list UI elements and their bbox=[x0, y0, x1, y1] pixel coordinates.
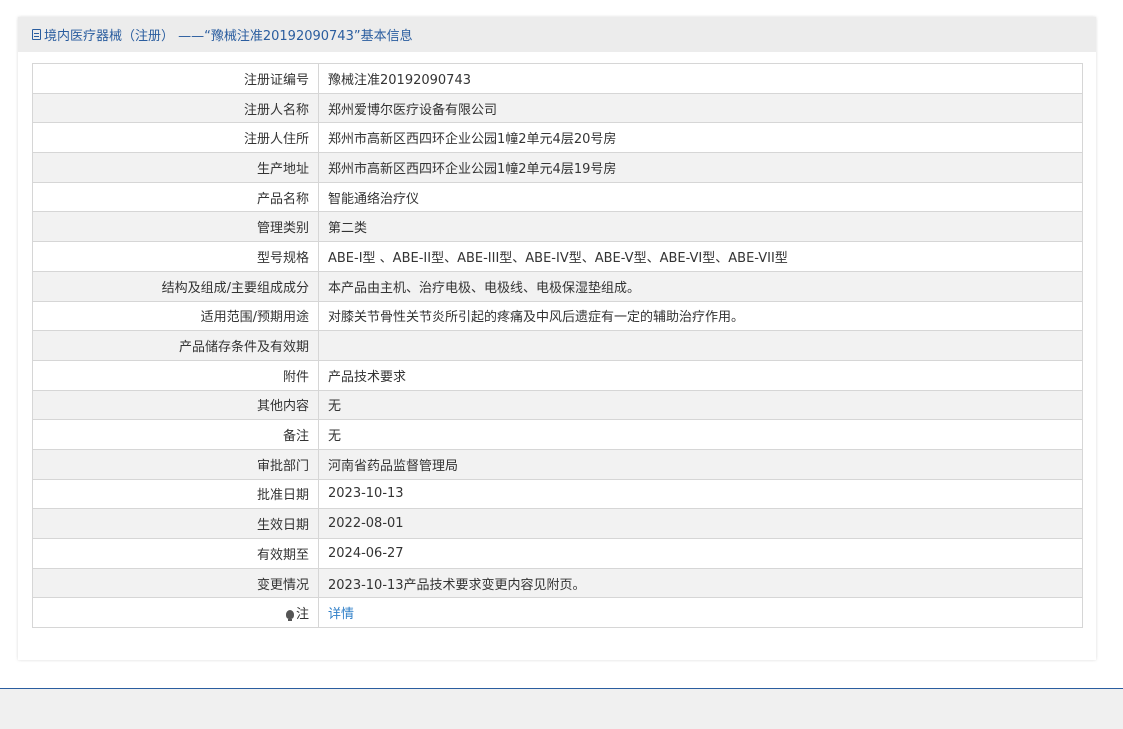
info-table: 注册证编号 豫械注准20192090743 注册人名称 郑州爱博尔医疗设备有限公… bbox=[32, 63, 1083, 629]
table-row: 注册人住所 郑州市高新区西四环企业公园1幢2单元4层20号房 bbox=[32, 122, 1083, 154]
table-row: 批准日期 2023-10-13 bbox=[32, 478, 1083, 510]
row-value: 2024-06-27 bbox=[318, 538, 1083, 569]
row-value: 2023-10-13 bbox=[318, 478, 1083, 510]
table-row: 生产地址 郑州市高新区西四环企业公园1幢2单元4层19号房 bbox=[32, 152, 1083, 183]
note-row: 注 详情 bbox=[32, 597, 1083, 629]
row-label: 生产地址 bbox=[32, 152, 319, 183]
row-value: 对膝关节骨性关节炎所引起的疼痛及中风后遗症有一定的辅助治疗作用。 bbox=[318, 300, 1083, 332]
row-label: 批准日期 bbox=[32, 478, 319, 510]
table-row: 其他内容 无 bbox=[32, 389, 1083, 421]
footer-strip bbox=[0, 688, 1123, 729]
table-row: 管理类别 第二类 bbox=[32, 211, 1083, 243]
row-value: 无 bbox=[318, 389, 1083, 421]
row-value: 2022-08-01 bbox=[318, 508, 1083, 539]
note-label-cell: 注 bbox=[32, 597, 319, 629]
row-value: 郑州市高新区西四环企业公园1幢2单元4层19号房 bbox=[318, 152, 1083, 183]
note-value-cell: 详情 bbox=[318, 597, 1083, 629]
row-value: 第二类 bbox=[318, 211, 1083, 243]
row-label: 产品储存条件及有效期 bbox=[32, 330, 319, 361]
table-row: 审批部门 河南省药品监督管理局 bbox=[32, 448, 1083, 480]
row-label: 有效期至 bbox=[32, 538, 319, 569]
row-label: 附件 bbox=[32, 359, 319, 391]
row-label: 注册人住所 bbox=[32, 122, 319, 154]
row-value: 豫械注准20192090743 bbox=[318, 63, 1083, 94]
row-value: 本产品由主机、治疗电极、电极线、电极保湿垫组成。 bbox=[318, 270, 1083, 302]
table-row: 适用范围/预期用途 对膝关节骨性关节炎所引起的疼痛及中风后遗症有一定的辅助治疗作… bbox=[32, 300, 1083, 332]
table-row: 备注 无 bbox=[32, 419, 1083, 450]
document-icon bbox=[32, 29, 41, 40]
row-label: 注册人名称 bbox=[32, 92, 319, 124]
panel-header: 境内医疗器械（注册） ——“豫械注准20192090743”基本信息 bbox=[18, 17, 1096, 52]
row-value: 2023-10-13产品技术要求变更内容见附页。 bbox=[318, 567, 1083, 599]
table-row: 型号规格 ABE-I型 、ABE-II型、ABE-III型、ABE-IV型、AB… bbox=[32, 241, 1083, 272]
row-label: 变更情况 bbox=[32, 567, 319, 599]
info-panel: 境内医疗器械（注册） ——“豫械注准20192090743”基本信息 注册证编号… bbox=[18, 17, 1096, 660]
table-row: 产品储存条件及有效期 bbox=[32, 330, 1083, 361]
row-value: 智能通络治疗仪 bbox=[318, 181, 1083, 213]
table-row: 注册证编号 豫械注准20192090743 bbox=[32, 63, 1083, 94]
panel-title: 境内医疗器械（注册） ——“豫械注准20192090743”基本信息 bbox=[44, 29, 413, 44]
row-value: 河南省药品监督管理局 bbox=[318, 448, 1083, 480]
row-label: 适用范围/预期用途 bbox=[32, 300, 319, 332]
table-row: 有效期至 2024-06-27 bbox=[32, 538, 1083, 569]
row-label: 型号规格 bbox=[32, 241, 319, 272]
table-row: 产品名称 智能通络治疗仪 bbox=[32, 181, 1083, 213]
row-label: 审批部门 bbox=[32, 448, 319, 480]
row-label: 其他内容 bbox=[32, 389, 319, 421]
row-value: 郑州爱博尔医疗设备有限公司 bbox=[318, 92, 1083, 124]
note-label: 注 bbox=[295, 607, 309, 623]
table-row: 变更情况 2023-10-13产品技术要求变更内容见附页。 bbox=[32, 567, 1083, 599]
details-link[interactable]: 详情 bbox=[328, 607, 354, 622]
row-label: 结构及组成/主要组成成分 bbox=[32, 270, 319, 302]
table-row: 结构及组成/主要组成成分 本产品由主机、治疗电极、电极线、电极保湿垫组成。 bbox=[32, 270, 1083, 302]
row-value: 无 bbox=[318, 419, 1083, 450]
lightbulb-icon bbox=[285, 610, 294, 622]
row-label: 备注 bbox=[32, 419, 319, 450]
row-label: 生效日期 bbox=[32, 508, 319, 539]
table-row: 注册人名称 郑州爱博尔医疗设备有限公司 bbox=[32, 92, 1083, 124]
row-label: 产品名称 bbox=[32, 181, 319, 213]
row-label: 管理类别 bbox=[32, 211, 319, 243]
table-row: 附件 产品技术要求 bbox=[32, 359, 1083, 391]
row-value: 产品技术要求 bbox=[318, 359, 1083, 391]
row-value bbox=[318, 330, 1083, 361]
row-label: 注册证编号 bbox=[32, 63, 319, 94]
row-value: 郑州市高新区西四环企业公园1幢2单元4层20号房 bbox=[318, 122, 1083, 154]
row-value: ABE-I型 、ABE-II型、ABE-III型、ABE-IV型、ABE-V型、… bbox=[318, 241, 1083, 272]
table-row: 生效日期 2022-08-01 bbox=[32, 508, 1083, 539]
